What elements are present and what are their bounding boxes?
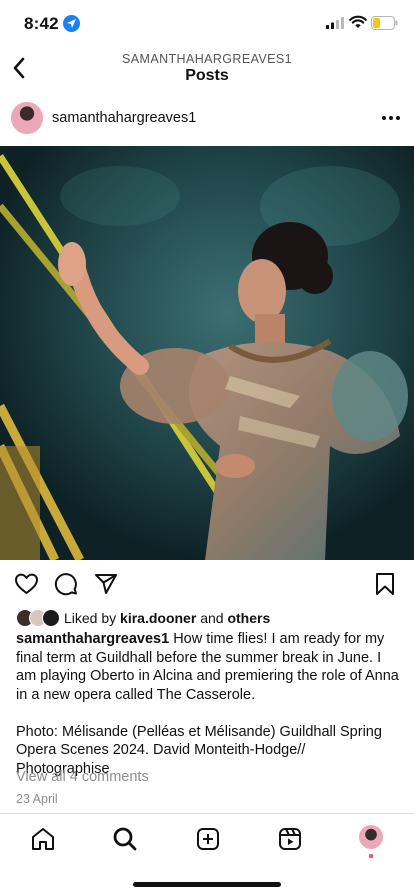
post-username[interactable]: samanthahargreaves1 [52, 110, 196, 126]
home-indicator[interactable] [133, 882, 281, 887]
notification-dot [369, 854, 373, 858]
bookmark-icon[interactable] [374, 572, 396, 596]
likes-others[interactable]: others [227, 610, 270, 626]
share-icon[interactable] [94, 572, 118, 596]
likes-text[interactable]: Liked by kira.dooner and others [64, 610, 270, 626]
liker-avatars [16, 609, 62, 627]
stage-photo-image [0, 146, 414, 560]
search-icon[interactable] [112, 826, 138, 852]
post-avatar[interactable] [11, 102, 43, 134]
likes-row: Liked by kira.dooner and others [16, 609, 406, 627]
post-photo[interactable] [0, 146, 414, 560]
wifi-icon [349, 15, 367, 28]
caption-username[interactable]: samanthahargreaves1 [16, 631, 169, 647]
likes-prefix: Liked by [64, 610, 117, 626]
more-options-icon[interactable] [380, 114, 402, 122]
battery-icon [371, 16, 398, 30]
likes-and: and [200, 610, 224, 626]
profile-avatar-tab[interactable] [359, 825, 383, 849]
heart-icon[interactable] [14, 572, 39, 596]
post-date: 23 April [16, 792, 58, 806]
nav-subtitle: SAMANTHAHARGREAVES1 [122, 52, 292, 66]
liker-username[interactable]: kira.dooner [120, 610, 196, 626]
comment-icon[interactable] [54, 572, 78, 596]
bottom-tab-bar [0, 813, 414, 863]
status-time: 8:42 [24, 14, 59, 33]
reels-icon[interactable] [277, 826, 303, 852]
nav-header: SAMANTHAHARGREAVES1 Posts [0, 48, 414, 90]
create-icon[interactable] [195, 826, 221, 852]
page-title: Posts [185, 67, 229, 84]
view-comments-link[interactable]: View all 4 comments [16, 769, 149, 785]
signal-icon [326, 17, 344, 29]
location-icon [63, 15, 80, 32]
status-bar: 8:42 [0, 0, 414, 48]
liker-avatar [42, 609, 60, 627]
home-icon[interactable] [30, 826, 56, 852]
post-header: samanthahargreaves1 [0, 102, 414, 138]
post-actions [0, 568, 414, 602]
